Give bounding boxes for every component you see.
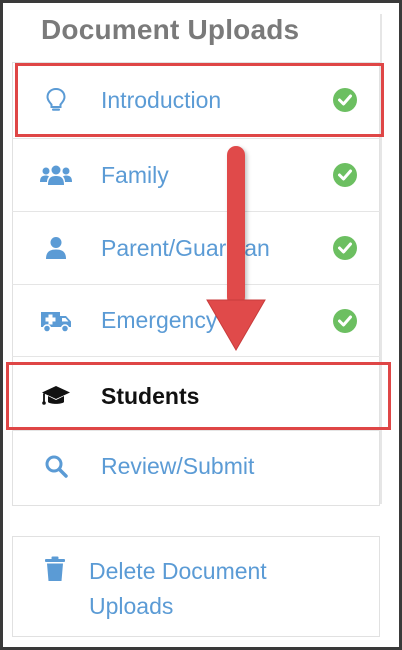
delete-document-uploads-label[interactable]: Delete Document Uploads bbox=[89, 554, 329, 624]
nav-item-label: Emergency bbox=[101, 307, 218, 333]
check-circle-icon bbox=[333, 308, 357, 333]
page-title: Document Uploads bbox=[41, 14, 300, 45]
nav-item-label: Review/Submit bbox=[101, 452, 255, 479]
check-circle-icon bbox=[333, 236, 357, 260]
trash-icon bbox=[44, 556, 66, 587]
nav-item-review-submit[interactable]: Review/Submit bbox=[12, 431, 380, 501]
search-icon bbox=[40, 450, 72, 482]
nav-item-emergency[interactable]: Emergency bbox=[12, 285, 380, 356]
nav-item-family[interactable]: Family bbox=[12, 139, 380, 211]
highlight-box-introduction bbox=[15, 63, 384, 137]
annotation-arrow-head bbox=[206, 299, 266, 351]
users-icon bbox=[40, 159, 72, 191]
check-circle-icon bbox=[333, 163, 357, 187]
divider bbox=[12, 356, 380, 357]
nav-item-parent-guardian[interactable]: Parent/Guardian bbox=[12, 212, 380, 284]
annotation-arrow-shaft bbox=[227, 146, 245, 306]
ambulance-icon bbox=[40, 305, 72, 337]
user-icon bbox=[40, 232, 72, 264]
nav-item-label: Family bbox=[101, 161, 169, 188]
highlight-box-students bbox=[6, 362, 391, 430]
